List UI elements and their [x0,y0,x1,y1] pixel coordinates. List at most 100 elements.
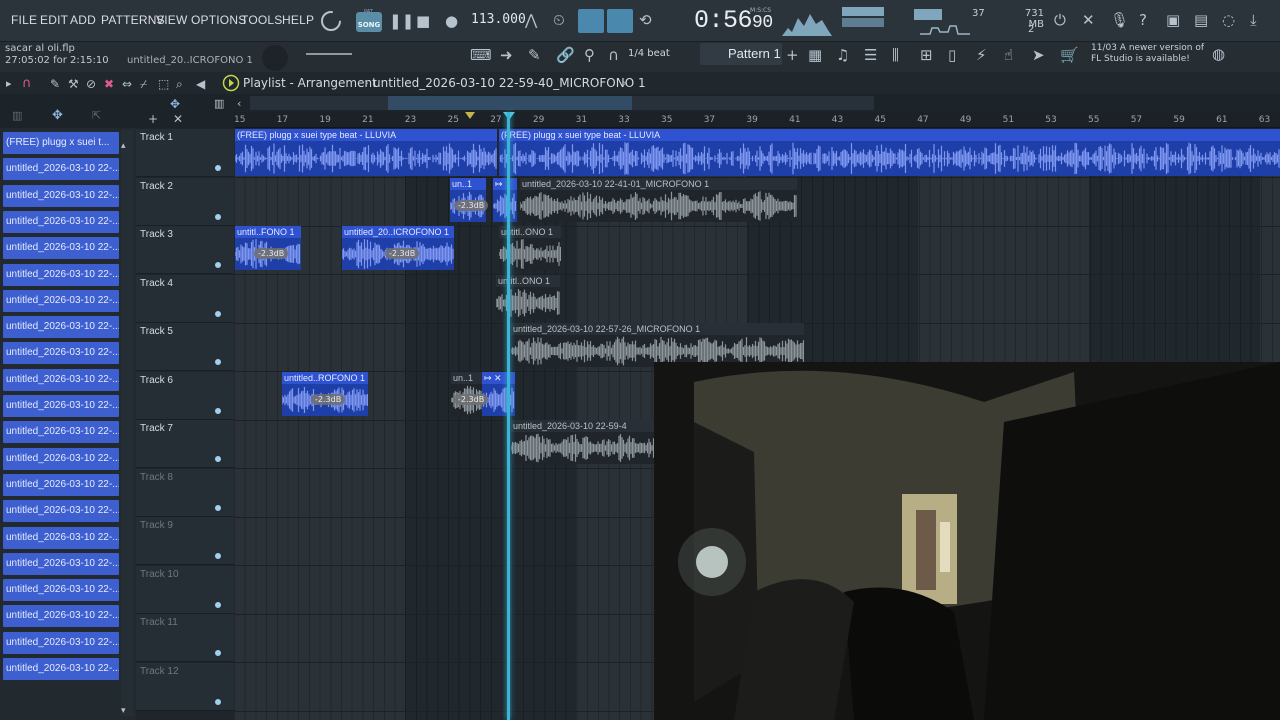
channel-rack-icon[interactable]: ☰ [864,47,877,63]
move-icon[interactable]: ✥ [170,96,180,112]
track-activity-icon[interactable] [215,504,221,511]
picker-item[interactable]: untitled_2026-03-10 22-... [3,658,119,680]
track-header[interactable]: Track 4 [136,274,234,323]
picker-item[interactable]: (FREE) plugg x suei t... [3,132,119,154]
scroll-up-icon[interactable]: ▴ [121,138,126,154]
pause-icon[interactable]: ❚❚ [389,13,414,29]
track-activity-icon[interactable] [215,262,221,268]
audio-clip-track6-c[interactable]: ↦ ✕ [482,372,515,416]
picker-item[interactable]: untitled_2026-03-10 22-... [3,395,119,417]
add-track-icon[interactable]: + [148,111,158,127]
track-activity-icon[interactable] [215,698,221,705]
cart-icon[interactable]: 🛒 [1060,47,1079,63]
mute-tool-icon[interactable]: ✖ [104,76,114,92]
picker-item[interactable]: untitled_2026-03-10 22-... [3,500,119,523]
piano-roll-icon[interactable]: ♫ [836,47,849,63]
power-icon[interactable]: ⏻ [1054,12,1066,28]
delete-tool-icon[interactable]: ⊘ [86,76,96,92]
draw-tool-icon[interactable]: ✎ [50,76,60,92]
audio-clip-track7-a[interactable]: untitled_2026-03-10 22-59-4 [511,420,654,464]
arrow-right-icon[interactable]: ➜ [500,47,513,63]
browser-icon[interactable]: ⊞ [920,47,933,63]
picker-item[interactable]: untitled_2026-03-10 22-... [3,579,119,602]
track-header[interactable]: Track 2 [136,177,234,226]
track-activity-icon[interactable] [215,310,221,317]
plug-icon[interactable]: ⚡ [976,47,987,63]
track-header[interactable]: Track 8 [136,468,234,517]
picker-item[interactable]: untitled_2026-03-10 22-... [3,184,119,207]
menu-edit[interactable]: EDIT [40,13,68,27]
track-header[interactable]: Track 12 [136,662,234,711]
slice-tool-icon[interactable]: ⌿ [140,76,147,92]
menu-file[interactable]: FILE [11,13,37,27]
wait-input-icon[interactable]: ⏲ [553,12,565,28]
track-header[interactable]: Track 1 [136,129,234,177]
picker-item[interactable]: untitled_2026-03-10 22-... [3,210,119,233]
globe-icon[interactable]: ◍ [1212,46,1225,62]
menu-add[interactable]: ADD [70,13,96,27]
picker-item[interactable]: untitled_2026-03-10 22-... [3,316,119,339]
track-header[interactable]: Track 9 [136,517,234,565]
chat-icon[interactable]: ◌ [1222,12,1235,28]
picker-item[interactable]: untitled_2026-03-10 22-... [3,237,119,260]
plugin-icon[interactable]: ▤ [1194,12,1208,28]
tempo-display[interactable]: 113.000 [471,12,526,27]
microphone-icon[interactable]: 🎙 [1110,12,1129,28]
song-mode-toggle[interactable]: SONG [356,12,382,32]
track-header[interactable]: Track 7 [136,420,234,468]
zoom-tool-icon[interactable]: ⌕ [176,76,183,92]
pen-icon[interactable]: ✎ [528,47,541,63]
picker-item[interactable]: untitled_2026-03-10 22-... [3,552,119,575]
pattern-selector[interactable]: Pattern 1 [700,43,782,65]
picker-item[interactable]: untitled_2026-03-10 22-... [3,631,119,654]
master-volume-knob[interactable] [318,9,344,33]
tools-icon[interactable]: ✕ [1082,12,1095,28]
loop-record-icon[interactable]: ⟲ [639,12,652,28]
menu-options[interactable]: OPTIONS [191,13,246,27]
download-icon[interactable]: ⤓ [1250,12,1257,28]
scroll-left-icon[interactable]: ‹ [237,96,241,112]
master-pitch-knob[interactable] [262,45,288,71]
slip-tool-icon[interactable]: ⇔ [122,76,132,92]
menu-tools[interactable]: TOOLS [241,13,282,27]
picker-item[interactable]: untitled_2026-03-10 22-... [3,473,119,496]
scroll-down-icon[interactable]: ▾ [121,703,126,719]
stop-icon[interactable]: ■ [416,13,430,29]
touch-icon[interactable]: ☝ [1004,47,1013,63]
picker-item[interactable]: untitled_2026-03-10 22-... [3,289,119,312]
playlist-icon[interactable]: ▦ [808,47,822,63]
track-header[interactable]: Track 11 [136,614,234,662]
loop-marker[interactable] [465,112,475,119]
picker-item[interactable]: untitled_2026-03-10 22-... [3,342,119,365]
link-icon[interactable]: 🔗 [556,47,575,63]
save-icon[interactable]: ▣ [1166,12,1180,28]
audio-clip-track2-b[interactable]: ↦ [493,178,517,222]
track-activity-icon[interactable] [215,213,221,220]
mixer-icon[interactable]: ⫼ [892,47,899,63]
audio-clip-track5-a[interactable]: untitled_2026-03-10 22-57-26_MICROFONO 1 [511,323,804,367]
menu-help[interactable]: HELP [282,13,314,27]
update-notice[interactable]: 11/03 A newer version of FL Studio is ava… [1091,43,1204,65]
multi-arrow-icon[interactable]: ✥ [52,108,63,124]
stamp-icon[interactable]: ⚲ [584,47,595,63]
close-track-icon[interactable]: ✕ [173,111,183,127]
keyboard-icon[interactable]: ⌨ [470,47,492,63]
picker-scrollbar[interactable] [121,130,133,716]
add-pattern-icon[interactable]: + [786,47,799,63]
track-activity-icon[interactable] [215,650,221,656]
overview-viewport[interactable] [388,96,632,110]
track-header[interactable]: Track 5 [136,323,234,371]
audio-clip-track2-c[interactable]: untitled_2026-03-10 22-41-01_MICROFONO 1 [520,178,797,222]
metronome-icon[interactable]: ⋀ [525,12,537,28]
picker-item[interactable]: untitled_2026-03-10 22-... [3,526,119,549]
track-activity-icon[interactable] [215,601,221,608]
magnet-icon[interactable]: ∩ [608,47,619,63]
menu-view[interactable]: VIEW [156,13,187,27]
track-activity-icon[interactable] [215,456,221,462]
paint-tool-icon[interactable]: ⚒ [68,76,79,92]
blend-notes-button[interactable] [607,9,633,33]
play-arrow-icon[interactable]: ▸ [6,76,12,92]
track-activity-icon[interactable] [215,165,221,171]
track-activity-icon[interactable] [215,553,221,559]
record-icon[interactable]: ● [445,13,458,29]
